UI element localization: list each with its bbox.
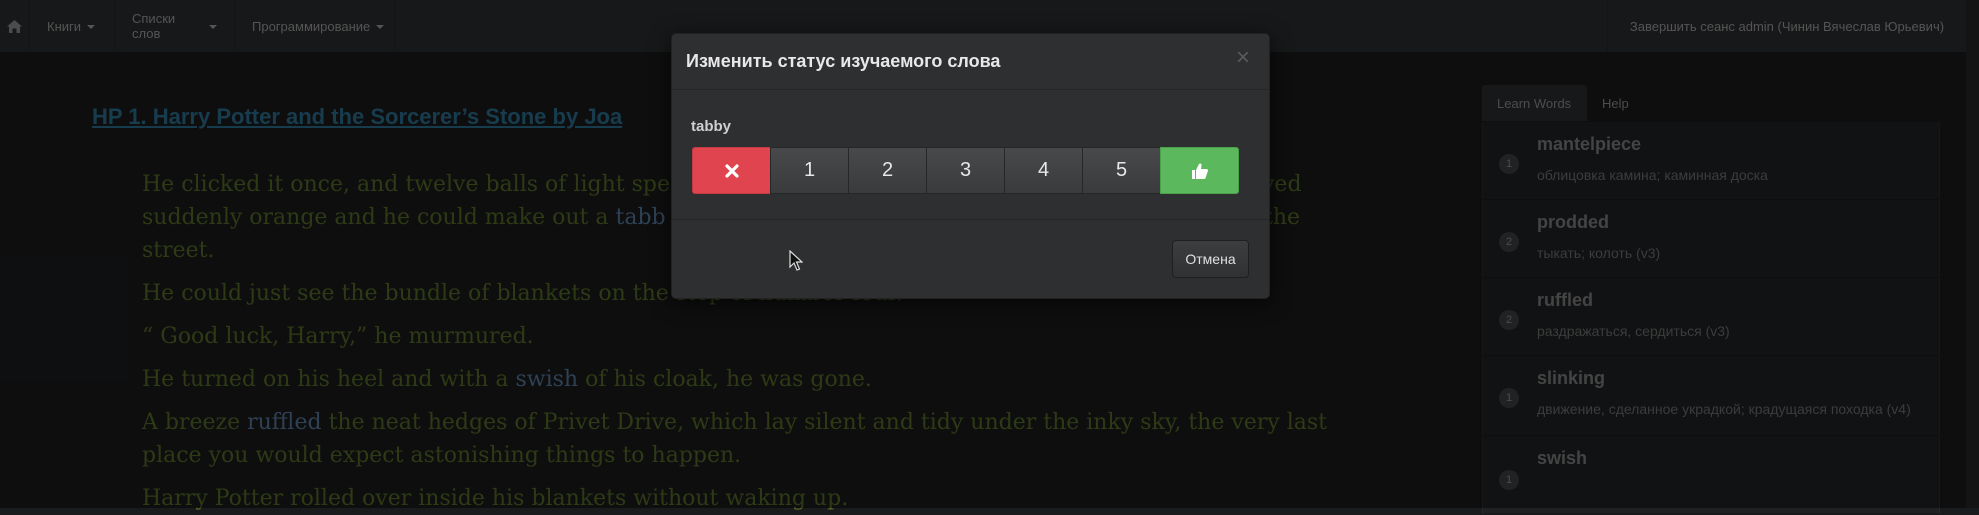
page-scrollbar[interactable] [1966,0,1979,508]
status-button-3[interactable]: 3 [926,147,1005,194]
status-button-group: 1 2 3 4 5 [692,147,1247,194]
status-button-5[interactable]: 5 [1082,147,1161,194]
modal-divider [672,219,1269,220]
accept-button[interactable] [1160,147,1239,194]
modal-word: tabby [691,118,732,135]
status-button-4[interactable]: 4 [1004,147,1083,194]
cancel-button[interactable]: Отмена [1172,240,1249,278]
change-status-modal: Изменить статус изучаемого слова × tabby… [671,33,1270,299]
status-button-1[interactable]: 1 [770,147,849,194]
reject-button[interactable] [692,147,771,194]
status-button-2[interactable]: 2 [848,147,927,194]
close-icon [724,163,739,178]
modal-header: Изменить статус изучаемого слова × [672,34,1269,90]
mouse-cursor-icon [789,250,803,271]
modal-title: Изменить статус изучаемого слова [686,51,1001,71]
close-icon[interactable]: × [1236,44,1250,72]
thumbs-up-icon [1191,163,1208,179]
